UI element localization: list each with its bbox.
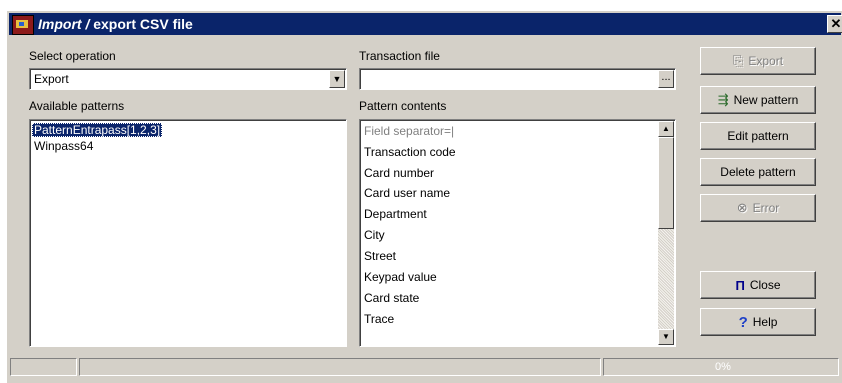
content-item[interactable]: Card user name (364, 186, 450, 200)
new-pattern-button[interactable]: ⇶ New pattern (700, 86, 816, 114)
content-item[interactable]: Card number (364, 166, 434, 180)
pattern-contents-scrollbar[interactable]: ▲ ▼ (658, 121, 674, 345)
close-label: Close (749, 278, 781, 292)
pattern-contents-label: Pattern contents (359, 99, 447, 113)
title-bar[interactable]: Import / export CSV file ✕ (9, 13, 842, 35)
select-operation-value: Export (34, 72, 69, 86)
error-label: Error (752, 201, 780, 215)
chevron-down-icon[interactable]: ▼ (329, 70, 345, 88)
window-close-button[interactable]: ✕ (827, 15, 842, 33)
export-icon: ⎘ (732, 53, 744, 68)
content-item[interactable]: Keypad value (364, 270, 437, 284)
select-operation-combo[interactable]: Export ▼ (29, 68, 347, 90)
scroll-thumb[interactable] (658, 137, 674, 229)
scroll-down-icon[interactable]: ▼ (658, 329, 674, 345)
available-patterns-list[interactable]: PatternEntrapass[1,2,3] Winpass64 (29, 119, 347, 347)
edit-pattern-label: Edit pattern (727, 129, 789, 143)
status-panel-2 (79, 358, 601, 376)
content-item[interactable]: Department (364, 207, 427, 221)
transaction-file-label: Transaction file (359, 49, 440, 63)
content-item[interactable]: Card state (364, 291, 419, 305)
export-label: Export (748, 54, 784, 68)
question-mark-icon: ? (738, 313, 748, 331)
error-circle-icon: ⊗ (736, 200, 748, 215)
pattern-item-winpass64[interactable]: Winpass64 (34, 139, 93, 153)
export-button[interactable]: ⎘ Export (700, 47, 816, 75)
pattern-contents-list[interactable]: Field separator=| Transaction code Card … (359, 119, 676, 347)
status-bar: 0% (7, 356, 842, 378)
available-patterns-label: Available patterns (29, 99, 125, 113)
new-pattern-label: New pattern (733, 93, 799, 107)
delete-pattern-label: Delete pattern (720, 165, 796, 179)
browse-button[interactable]: ... (658, 70, 674, 88)
close-icon: ✕ (830, 16, 842, 31)
content-item[interactable]: Field separator=| (364, 124, 454, 138)
progress-label: 0% (715, 361, 731, 373)
pattern-item-entrapass[interactable]: PatternEntrapass[1,2,3] (32, 123, 163, 137)
help-button[interactable]: ? Help (700, 308, 816, 336)
content-item[interactable]: City (364, 228, 385, 242)
transaction-file-field[interactable]: ... (359, 68, 676, 90)
error-button[interactable]: ⊗ Error (700, 194, 816, 222)
import-export-window: Import / export CSV file ✕ Select operat… (6, 10, 842, 383)
delete-pattern-button[interactable]: Delete pattern (700, 158, 816, 186)
select-operation-label: Select operation (29, 49, 116, 63)
content-item[interactable]: Transaction code (364, 145, 456, 159)
close-button[interactable]: Π Close (700, 271, 816, 299)
exit-door-icon: Π (735, 277, 745, 293)
content-item[interactable]: Street (364, 249, 396, 263)
window-title-italic: Import / (38, 16, 90, 32)
window-title: Import / export CSV file (38, 16, 193, 32)
new-pattern-icon: ⇶ (717, 92, 729, 107)
window-title-rest: export CSV file (89, 16, 193, 32)
help-label: Help (752, 315, 778, 329)
content-item[interactable]: Trace (364, 312, 394, 326)
scroll-up-icon[interactable]: ▲ (658, 121, 674, 137)
app-icon (12, 15, 34, 35)
status-panel-1 (10, 358, 77, 376)
edit-pattern-button[interactable]: Edit pattern (700, 122, 816, 150)
